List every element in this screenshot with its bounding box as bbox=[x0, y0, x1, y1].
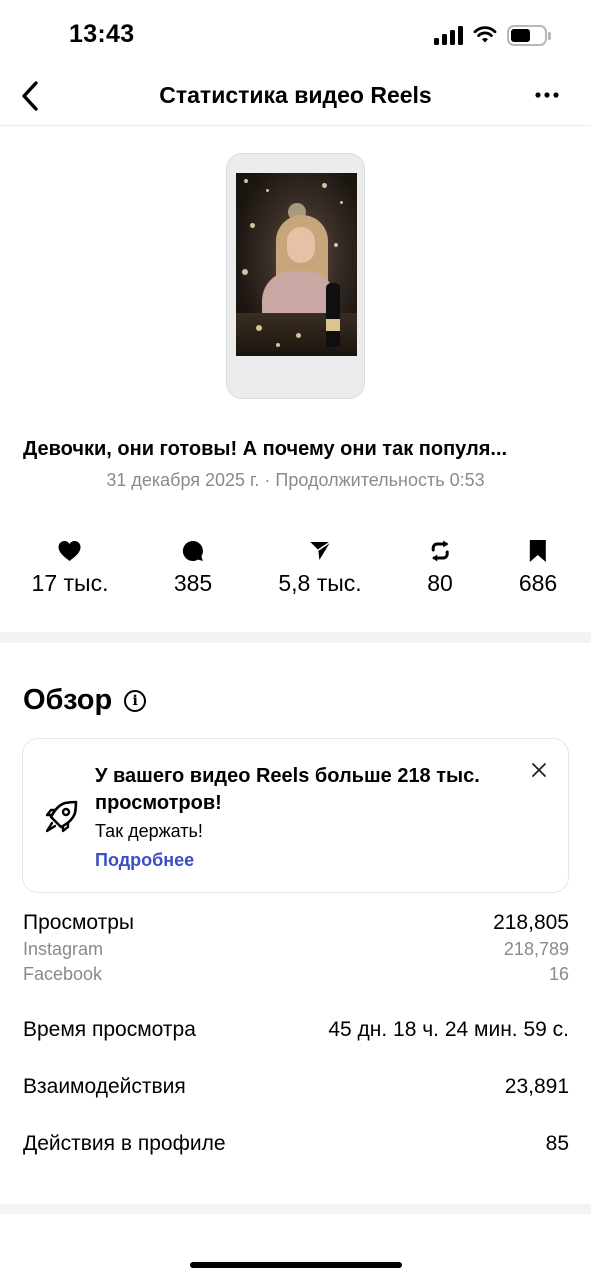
cellular-signal-icon bbox=[434, 25, 463, 45]
overview-title: Обзор bbox=[23, 684, 113, 716]
more-horizontal-icon bbox=[535, 92, 559, 98]
stat-saves-value: 686 bbox=[518, 570, 558, 596]
watch-time-label: Время просмотра bbox=[23, 1018, 196, 1041]
reel-thumbnail bbox=[236, 173, 357, 356]
page-title: Статистика видео Reels bbox=[159, 82, 432, 108]
heart-icon bbox=[59, 541, 81, 561]
stat-reposts-value: 80 bbox=[427, 570, 453, 596]
profile-actions-value: 85 bbox=[545, 1132, 569, 1155]
stat-comments-value: 385 bbox=[173, 570, 213, 596]
stat-shares: 5,8 тыс. bbox=[278, 538, 362, 597]
stat-comments: 385 bbox=[174, 538, 212, 597]
profile-actions-label: Действия в профиле bbox=[23, 1132, 226, 1155]
views-facebook-label: Facebook bbox=[23, 964, 103, 984]
reel-title: Девочки, они готовы! А почему они так по… bbox=[23, 438, 508, 460]
battery-icon bbox=[507, 24, 551, 46]
header: Статистика видео Reels bbox=[0, 66, 591, 126]
share-icon bbox=[309, 541, 331, 560]
views-value: 218,805 bbox=[493, 911, 569, 934]
learn-more-link[interactable]: Подробнее bbox=[95, 850, 194, 871]
stat-likes: 17 тыс. bbox=[31, 538, 109, 597]
views-instagram-label: Instagram bbox=[23, 939, 104, 959]
status-icons bbox=[434, 22, 551, 48]
home-indicator[interactable] bbox=[190, 1262, 402, 1268]
reel-preview-frame[interactable] bbox=[226, 153, 365, 399]
status-time: 13:43 bbox=[69, 20, 135, 48]
wifi-icon bbox=[473, 26, 497, 43]
reel-meta: 31 декабря 2025 г. · Продолжительность 0… bbox=[106, 470, 485, 490]
info-icon[interactable]: i bbox=[124, 689, 147, 712]
comment-icon bbox=[183, 540, 204, 561]
interactions-value: 23,891 bbox=[504, 1075, 569, 1098]
repost-icon bbox=[431, 540, 449, 562]
stat-shares-value: 5,8 тыс. bbox=[278, 570, 362, 596]
status-bar: 13:43 bbox=[0, 0, 591, 66]
stat-reposts: 80 bbox=[427, 538, 453, 597]
milestone-banner: У вашего видео Reels больше 218 тыс. про… bbox=[22, 738, 569, 893]
section-divider bbox=[0, 632, 591, 643]
more-options-button[interactable] bbox=[529, 80, 565, 110]
bookmark-icon bbox=[530, 540, 546, 562]
views-instagram-value: 218,789 bbox=[503, 939, 569, 959]
interactions-label: Взаимодействия bbox=[23, 1075, 186, 1098]
section-divider-bottom bbox=[0, 1204, 591, 1214]
watch-time-value: 45 дн. 18 ч. 24 мин. 59 с. bbox=[328, 1018, 569, 1041]
overview-heading: Обзор i bbox=[23, 684, 147, 717]
rocket-icon bbox=[45, 800, 78, 833]
close-icon[interactable] bbox=[528, 759, 550, 781]
banner-subtext: Так держать! bbox=[95, 821, 203, 841]
stat-saves: 686 bbox=[519, 538, 557, 597]
views-facebook-value: 16 bbox=[548, 964, 569, 984]
views-label: Просмотры bbox=[23, 911, 134, 934]
stat-likes-value: 17 тыс. bbox=[31, 570, 109, 596]
banner-heading: У вашего видео Reels больше 218 тыс. про… bbox=[95, 765, 480, 814]
